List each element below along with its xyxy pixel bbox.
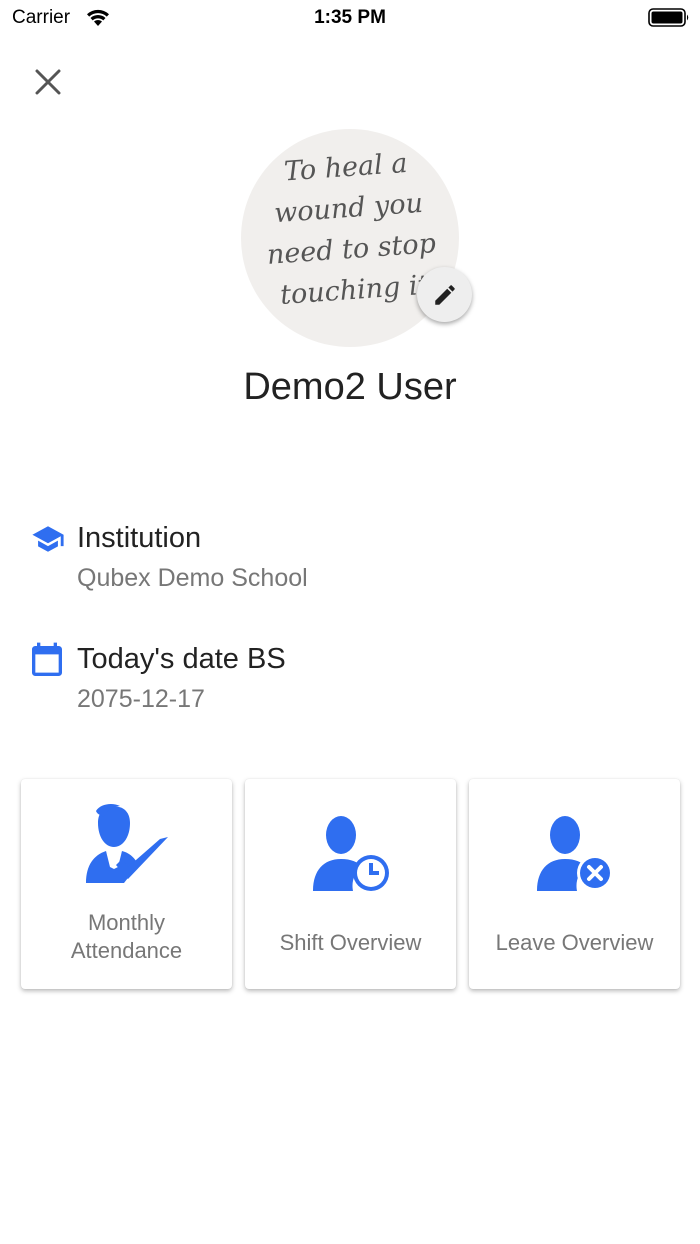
card-label-line: Attendance: [70, 938, 183, 963]
card-label: Shift Overview: [279, 930, 422, 955]
user-remove-icon: [536, 816, 613, 891]
user-name: Demo2 User: [243, 366, 457, 408]
date-value: 2075-12-17: [77, 685, 205, 713]
battery-icon: [648, 8, 689, 27]
institution-value: Qubex Demo School: [77, 564, 308, 592]
calendar-icon: [32, 642, 62, 676]
close-button[interactable]: [28, 62, 68, 102]
card-label: Monthly Attendance: [21, 909, 232, 965]
user-check-icon: [85, 803, 168, 883]
edit-avatar-button[interactable]: [417, 267, 472, 322]
leave-overview-card[interactable]: Leave Overview: [469, 779, 680, 989]
shift-overview-card[interactable]: Shift Overview: [245, 779, 456, 989]
monthly-attendance-card[interactable]: Monthly Attendance: [21, 779, 232, 989]
graduation-cap-icon: [32, 526, 64, 552]
user-clock-icon: [312, 816, 389, 891]
card-label: Leave Overview: [495, 930, 654, 955]
status-time: 1:35 PM: [314, 7, 386, 28]
pencil-icon: [434, 284, 455, 305]
card-label-line: Monthly: [87, 910, 166, 935]
institution-label: Institution: [77, 522, 202, 554]
close-icon: [35, 69, 61, 95]
status-bar: Carrier 1:35 PM: [0, 0, 700, 40]
date-label: Today's date BS: [77, 643, 286, 675]
